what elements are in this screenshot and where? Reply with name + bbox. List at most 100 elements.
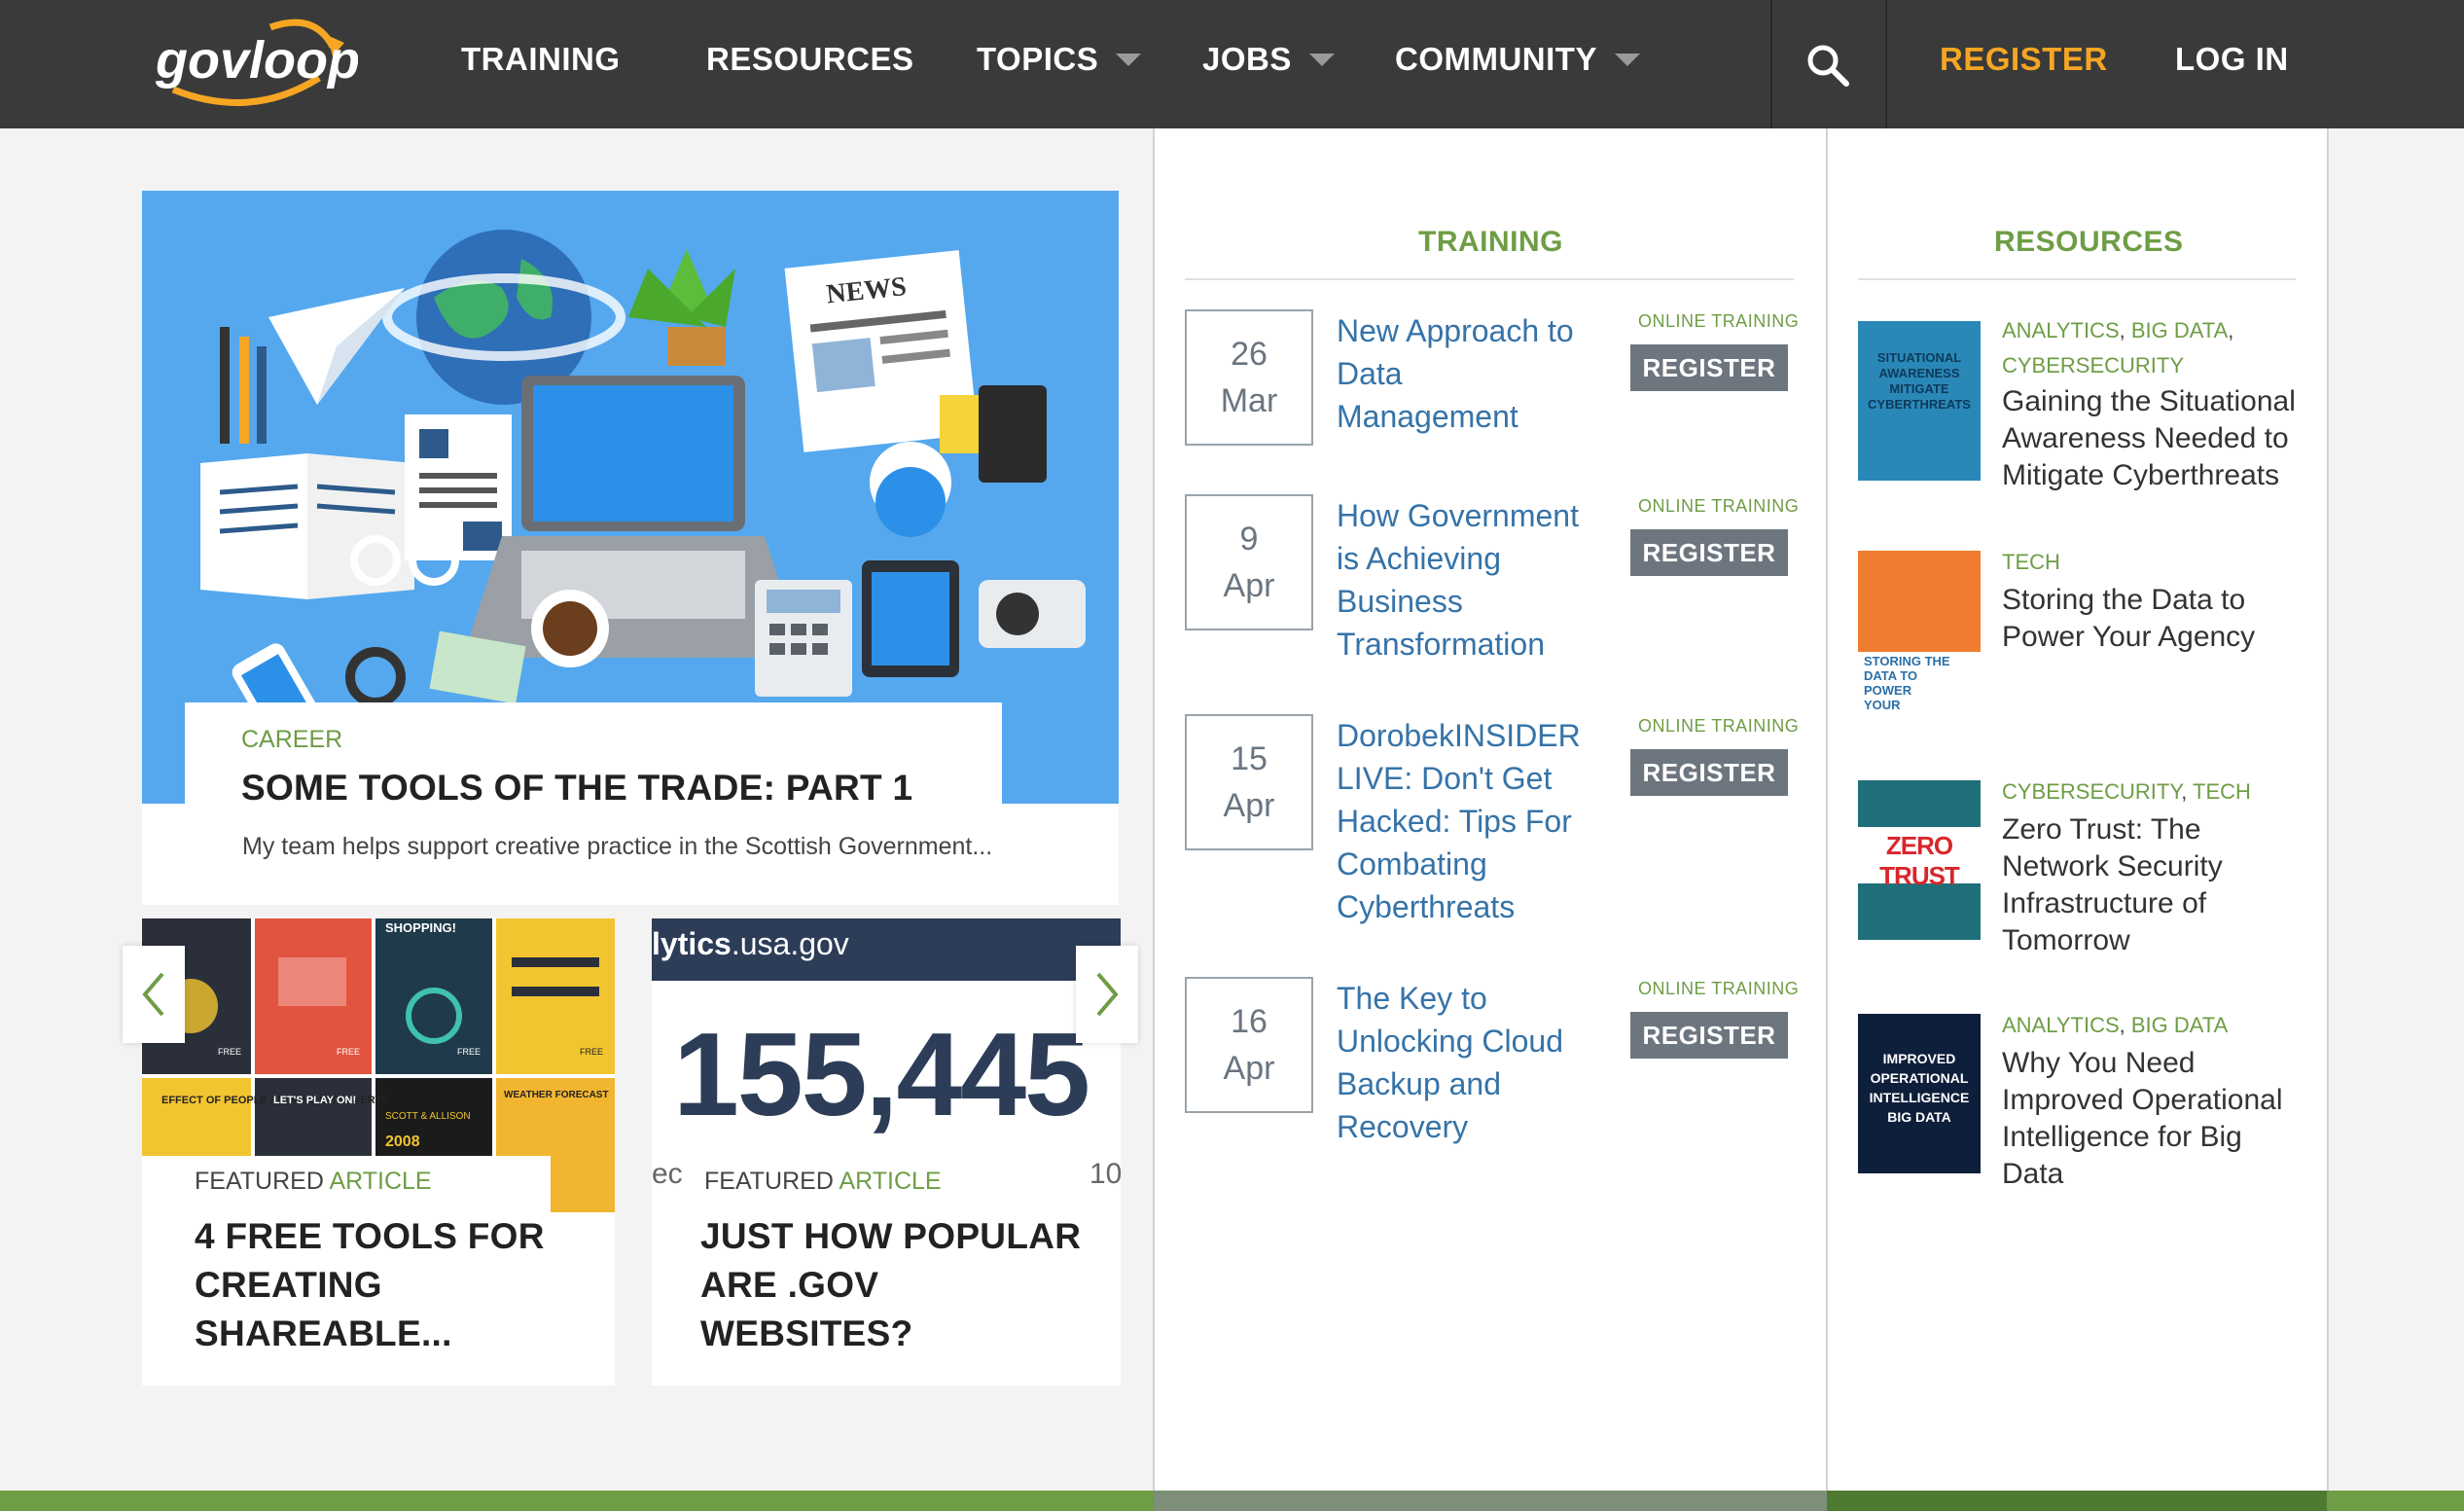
tag-link[interactable]: CYBERSECURITY xyxy=(2002,353,2184,378)
nav-community-label: COMMUNITY xyxy=(1395,41,1597,77)
training-divider xyxy=(1185,278,1794,280)
event-date: 16 Apr xyxy=(1185,977,1313,1113)
hero-category[interactable]: CAREER xyxy=(241,726,946,754)
chevron-down-icon xyxy=(1308,53,1335,66)
svg-text:FREE: FREE xyxy=(580,1047,603,1057)
svg-text:FREE: FREE xyxy=(337,1047,360,1057)
tag-link[interactable]: ANALYTICS xyxy=(2002,318,2120,342)
resource-tags: CYBERSECURITY, TECH xyxy=(2002,779,2251,804)
event-date: 9 Apr xyxy=(1185,494,1313,630)
event-register-button[interactable]: REGISTER xyxy=(1630,529,1788,576)
event-day: 15 xyxy=(1231,740,1268,777)
image-text-fragment: 10 xyxy=(1089,1158,1121,1190)
search-icon[interactable] xyxy=(1805,43,1850,88)
resources-heading[interactable]: RESOURCES xyxy=(1994,226,2184,259)
nav-resources-label: RESOURCES xyxy=(706,41,914,77)
tag-link[interactable]: BIG DATA xyxy=(2131,1013,2228,1037)
event-month: Apr xyxy=(1223,567,1275,604)
hero-title[interactable]: SOME TOOLS OF THE TRADE: PART 1 xyxy=(241,768,946,809)
featured-title-text[interactable]: JUST HOW POPULAR ARE .GOV WEBSITES? xyxy=(700,1216,1081,1353)
thumbnail-text: SITUATIONAL AWARENESS MITIGATE CYBERTHRE… xyxy=(1868,350,1971,412)
event-register-button[interactable]: REGISTER xyxy=(1630,1012,1788,1059)
login-link[interactable]: LOG IN xyxy=(2175,41,2289,78)
thumbnail-pattern xyxy=(1858,551,1981,652)
svg-text:WEATHER FORECAST: WEATHER FORECAST xyxy=(504,1090,609,1100)
event-month: Apr xyxy=(1223,1050,1275,1087)
featured-suffix[interactable]: ARTICLE xyxy=(839,1168,941,1195)
tag-link[interactable]: TECH xyxy=(2193,779,2251,804)
nav-divider xyxy=(1885,0,1887,128)
top-nav: govloop TRAINING RESOURCES TOPICS JOBS C… xyxy=(0,0,2464,128)
featured-prefix: FEATURED xyxy=(195,1168,324,1195)
event-title[interactable]: How Government is Achieving Business Tra… xyxy=(1337,494,1589,666)
resource-thumbnail[interactable]: ZERO TRUST xyxy=(1858,780,1981,940)
featured-suffix[interactable]: ARTICLE xyxy=(329,1168,431,1195)
image-text-fragment: ec xyxy=(652,1158,683,1190)
thumbnail-text: IMPROVED OPERATIONAL INTELLIGENCE BIG DA… xyxy=(1869,1051,1970,1125)
featured-label: FEATURED ARTICLE xyxy=(142,1156,551,1212)
resource-thumbnail[interactable]: SITUATIONAL AWARENESS MITIGATE CYBERTHRE… xyxy=(1858,321,1981,481)
resource-title[interactable]: Storing the Data to Power Your Agency xyxy=(2002,582,2303,656)
featured-card[interactable]: SHOPPING! EFFECT OF PEOPLE AROUND INTROV… xyxy=(142,918,615,1385)
govloop-logo[interactable]: govloop xyxy=(154,14,358,107)
nav-topics-label: TOPICS xyxy=(977,41,1099,77)
event-date: 15 Apr xyxy=(1185,714,1313,850)
svg-text:LET'S PLAY ON!: LET'S PLAY ON! xyxy=(273,1095,356,1106)
event-register-button[interactable]: REGISTER xyxy=(1630,344,1788,391)
carousel-next-button[interactable] xyxy=(1076,946,1138,1043)
register-link[interactable]: REGISTER xyxy=(1940,41,2108,78)
hero-caption-card[interactable]: CAREER SOME TOOLS OF THE TRADE: PART 1 xyxy=(185,702,1002,819)
svg-text:govloop: govloop xyxy=(155,31,358,90)
column-divider xyxy=(2327,128,2329,1491)
event-register-button[interactable]: REGISTER xyxy=(1630,749,1788,796)
resource-title[interactable]: Zero Trust: The Network Security Infrast… xyxy=(2002,811,2303,959)
event-day: 26 xyxy=(1231,336,1268,373)
footer-band-segment xyxy=(1154,1491,1827,1511)
chevron-right-icon xyxy=(1096,972,1119,1017)
event-month: Apr xyxy=(1223,787,1275,824)
resource-title[interactable]: Why You Need Improved Operational Intell… xyxy=(2002,1045,2303,1193)
nav-jobs-label: JOBS xyxy=(1202,41,1292,77)
nav-divider xyxy=(1770,0,1772,128)
register-label: REGISTER xyxy=(1940,41,2108,77)
event-kind: ONLINE TRAINING xyxy=(1638,496,1800,516)
resource-title[interactable]: Gaining the Situational Awareness Needed… xyxy=(2002,383,2303,494)
featured-card[interactable]: lytics.usa.gov 155,445 ec 10 FEATURED AR… xyxy=(652,918,1121,1385)
resource-thumbnail[interactable]: STORING THE DATA TO POWER YOUR AGENCY xyxy=(1858,551,1981,710)
event-kind: ONLINE TRAINING xyxy=(1638,311,1800,331)
event-title[interactable]: DorobekINSIDER LIVE: Don't Get Hacked: T… xyxy=(1337,714,1589,928)
tag-link[interactable]: BIG DATA xyxy=(2131,318,2228,342)
nav-community[interactable]: COMMUNITY xyxy=(1395,41,1640,78)
column-divider xyxy=(1826,128,1828,1491)
hero-excerpt: My team helps support creative practice … xyxy=(242,833,993,860)
event-day: 9 xyxy=(1239,521,1259,558)
chevron-down-icon xyxy=(1614,53,1640,66)
visitor-count: 155,445 xyxy=(673,1008,1090,1140)
nav-topics[interactable]: TOPICS xyxy=(977,41,1142,78)
training-heading[interactable]: TRAINING xyxy=(1418,226,1563,259)
featured-title[interactable]: JUST HOW POPULAR ARE .GOV WEBSITES?... xyxy=(700,1212,1099,1385)
svg-text:SCOTT & ALLISON: SCOTT & ALLISON xyxy=(385,1111,471,1122)
featured-title[interactable]: 4 FREE TOOLS FOR CREATING SHAREABLE... xyxy=(195,1212,593,1358)
carousel-prev-button[interactable] xyxy=(123,946,185,1043)
featured-title-tail: ... xyxy=(700,1362,732,1385)
tag-link[interactable]: ANALYTICS xyxy=(2002,1013,2120,1037)
tag-link[interactable]: CYBERSECURITY xyxy=(2002,779,2181,804)
svg-text:FREE: FREE xyxy=(457,1047,481,1057)
hero-article[interactable]: NEWS CAREER SOME TOOLS OF THE TRADE: PAR… xyxy=(142,191,1119,905)
thumbnail-text: STORING THE DATA TO POWER YOUR AGENCY xyxy=(1864,654,1950,710)
event-title[interactable]: The Key to Unlocking Cloud Backup and Re… xyxy=(1337,977,1589,1148)
featured-label: FEATURED ARTICLE xyxy=(683,1156,1091,1212)
event-title[interactable]: New Approach to Data Management xyxy=(1337,309,1589,438)
nav-resources[interactable]: RESOURCES xyxy=(706,41,914,78)
event-month: Mar xyxy=(1220,382,1278,419)
nav-training-label: TRAINING xyxy=(461,41,621,77)
analytics-header-text: lytics.usa.gov xyxy=(652,926,849,961)
resources-divider xyxy=(1858,278,2296,280)
tag-link[interactable]: TECH xyxy=(2002,550,2060,574)
column-divider xyxy=(1153,128,1155,1491)
resource-tags: ANALYTICS, BIG DATA, CYBERSECURITY xyxy=(2002,318,2234,378)
nav-training[interactable]: TRAINING xyxy=(461,41,621,78)
nav-jobs[interactable]: JOBS xyxy=(1202,41,1335,78)
resource-thumbnail[interactable]: IMPROVED OPERATIONAL INTELLIGENCE BIG DA… xyxy=(1858,1014,1981,1173)
